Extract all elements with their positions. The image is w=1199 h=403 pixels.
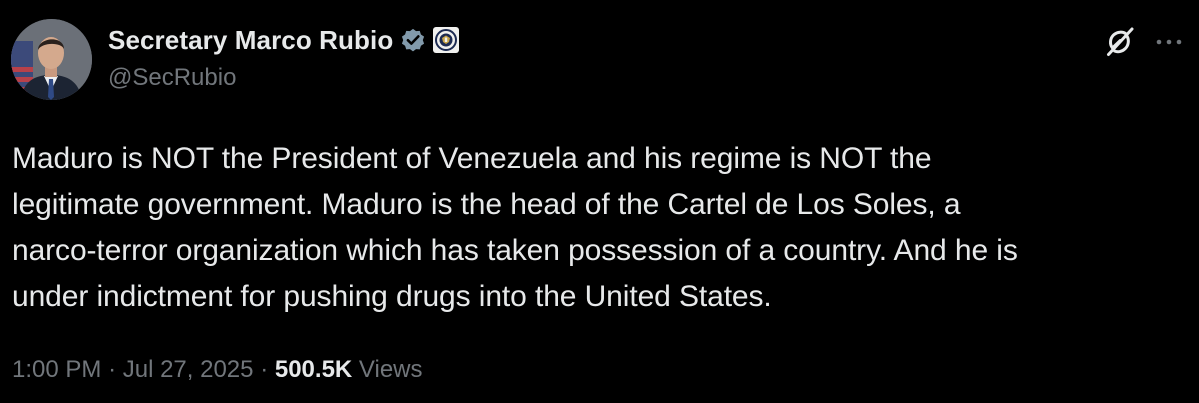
tweet: Secretary Marco Rubio @SecRubio Maduro i…	[0, 0, 1199, 403]
verified-badge-icon[interactable]	[399, 26, 427, 54]
avatar[interactable]	[11, 19, 92, 100]
views-count[interactable]: 500.5K	[275, 356, 352, 383]
views-label: Views	[358, 356, 423, 383]
post-date[interactable]: Jul 27, 2025	[123, 356, 254, 383]
meta-separator: ·	[260, 356, 269, 383]
state-department-seal-icon[interactable]	[432, 26, 460, 54]
post-text: Maduro is NOT the President of Venezuela…	[12, 142, 1018, 313]
author-display-name[interactable]: Secretary Marco Rubio	[108, 25, 393, 56]
more-icon[interactable]	[1152, 28, 1186, 56]
post-meta: 1:00 PM · Jul 27, 2025 · 500.5K Views	[12, 356, 423, 384]
profile-photo-icon	[11, 19, 92, 100]
grok-icon[interactable]	[1101, 24, 1137, 60]
author-handle[interactable]: @SecRubio	[108, 64, 236, 92]
meta-separator: ·	[108, 356, 117, 383]
author-name-row: Secretary Marco Rubio	[108, 22, 460, 58]
post-time[interactable]: 1:00 PM	[12, 356, 101, 383]
